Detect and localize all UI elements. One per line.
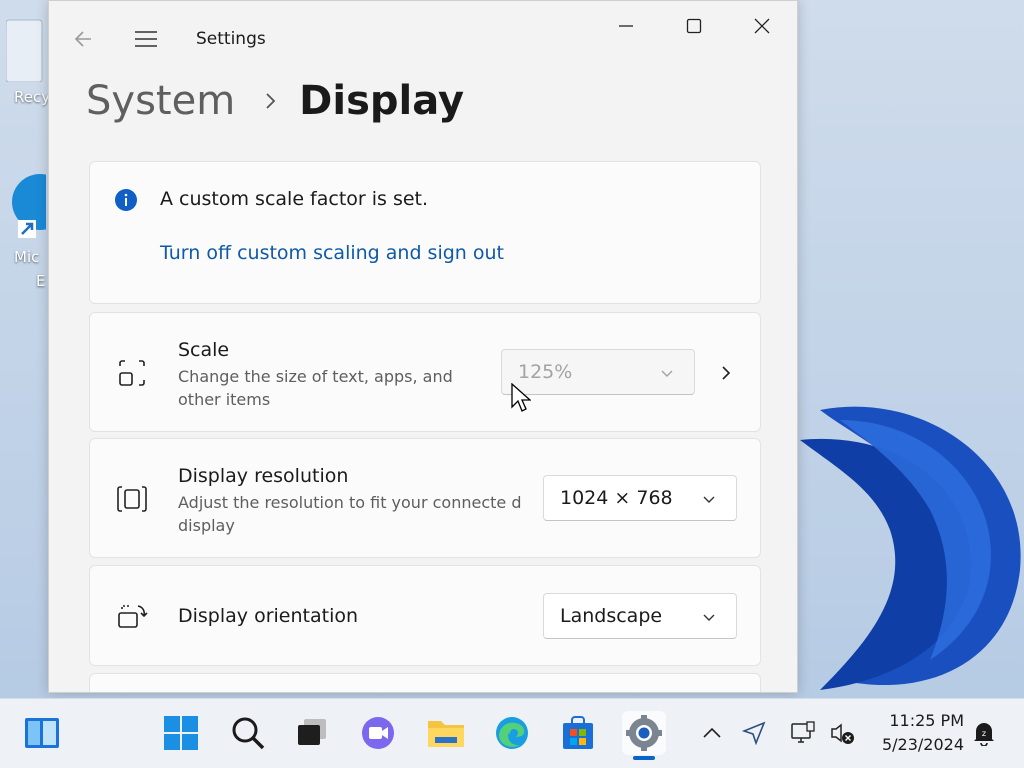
- navigation-menu-button[interactable]: [131, 25, 161, 53]
- file-explorer-button[interactable]: [424, 711, 468, 755]
- desktop-icon-label: Mic: [14, 248, 40, 266]
- edge-desktop-icon[interactable]: Mic E: [6, 172, 68, 290]
- info-icon: [115, 189, 137, 211]
- scale-value: 125%: [518, 361, 573, 383]
- resolution-value: 1024 × 768: [560, 487, 673, 509]
- clock-time: 11:25 PM: [889, 711, 964, 730]
- scale-setting-row[interactable]: Scale Change the size of text, apps, and…: [89, 312, 761, 432]
- search-button[interactable]: [226, 711, 270, 755]
- close-icon: [754, 18, 770, 34]
- location-arrow-icon: [742, 721, 766, 745]
- edge-icon: [12, 174, 68, 238]
- task-view-button[interactable]: [290, 711, 334, 755]
- mouse-cursor-icon: [511, 383, 531, 412]
- minimize-button[interactable]: [603, 11, 649, 41]
- hamburger-menu-icon: [135, 31, 157, 47]
- page-title: Display: [299, 78, 465, 124]
- chat-icon: [362, 717, 394, 749]
- turn-off-custom-scaling-link[interactable]: Turn off custom scaling and sign out: [160, 242, 504, 264]
- edge-icon: [496, 717, 528, 749]
- breadcrumb: System Display: [86, 73, 464, 129]
- task-view-icon: [298, 719, 326, 745]
- custom-scale-info-card: A custom scale factor is set. Turn off c…: [89, 161, 761, 304]
- folder-icon: [428, 721, 464, 747]
- edge-browser-button[interactable]: [490, 711, 534, 755]
- teams-chat-button[interactable]: [356, 711, 400, 755]
- resolution-dropdown[interactable]: 1024 × 768: [543, 475, 737, 521]
- volume-indicator[interactable]: [828, 719, 856, 747]
- gear-icon: [626, 715, 662, 751]
- windows-logo-icon: [164, 716, 198, 750]
- taskbar-clock[interactable]: 11:25 PM 5/23/2024: [872, 709, 964, 757]
- info-message: A custom scale factor is set.: [160, 188, 429, 210]
- store-icon: [563, 716, 593, 749]
- next-setting-row: [89, 673, 761, 692]
- resolution-title: Display resolution: [178, 465, 349, 487]
- resolution-icon: [117, 486, 147, 512]
- back-button[interactable]: [69, 25, 99, 53]
- scale-description: Change the size of text, apps, and other…: [178, 367, 453, 409]
- location-indicator[interactable]: [740, 719, 768, 747]
- resolution-description: Adjust the resolution to fit your connec…: [178, 493, 522, 535]
- title-bar: Settings: [49, 1, 797, 75]
- settings-taskbar-button[interactable]: [622, 711, 666, 755]
- speaker-muted-icon: [831, 723, 854, 744]
- chevron-up-icon: [703, 727, 721, 738]
- svg-text:z: z: [982, 729, 986, 738]
- active-app-indicator: [633, 756, 655, 760]
- start-button[interactable]: [159, 711, 203, 755]
- desktop-icon-label: Recy: [14, 88, 51, 106]
- orientation-icon: [118, 605, 148, 628]
- orientation-title: Display orientation: [178, 605, 359, 627]
- desktop-icon-label: E: [36, 272, 46, 290]
- scale-advanced-button[interactable]: [718, 363, 734, 383]
- orientation-value: Landscape: [560, 605, 663, 627]
- scale-icon: [119, 360, 145, 386]
- windows-bloom-wallpaper: [800, 406, 1021, 690]
- back-arrow-icon: [74, 31, 91, 47]
- network-indicator[interactable]: [789, 719, 817, 747]
- display-resolution-row: Display resolution Adjust the resolution…: [89, 438, 761, 558]
- app-title: Settings: [196, 29, 266, 49]
- chevron-down-icon: [703, 614, 715, 621]
- display-orientation-row: Display orientation Landscape: [89, 565, 761, 666]
- show-hidden-icons-button[interactable]: [698, 719, 726, 747]
- scale-title: Scale: [178, 339, 230, 361]
- chevron-down-icon: [661, 370, 673, 377]
- breadcrumb-system[interactable]: System: [86, 78, 235, 124]
- recycle-bin-desktop-icon[interactable]: Recy: [5, 12, 52, 106]
- close-button[interactable]: [739, 11, 785, 41]
- maximize-icon: [686, 18, 702, 34]
- maximize-button[interactable]: [671, 11, 717, 41]
- notifications-button[interactable]: z: [970, 719, 998, 747]
- orientation-dropdown[interactable]: Landscape: [543, 593, 737, 639]
- network-wired-icon: [791, 721, 815, 743]
- settings-window: Settings System Display A custom scale f…: [48, 0, 798, 693]
- widgets-button[interactable]: [20, 711, 64, 755]
- chevron-down-icon: [703, 496, 715, 503]
- taskbar: 11:25 PM 5/23/2024 z: [0, 698, 1024, 768]
- chevron-right-icon: [722, 366, 731, 380]
- minimize-icon: [619, 25, 633, 27]
- microsoft-store-button[interactable]: [556, 711, 600, 755]
- widgets-icon: [25, 718, 59, 748]
- notification-bell-icon: z: [974, 723, 994, 746]
- recycle-bin-icon: [5, 19, 43, 83]
- clock-date: 5/23/2024: [881, 735, 964, 754]
- search-icon: [232, 717, 265, 750]
- chevron-right-icon: [266, 93, 276, 109]
